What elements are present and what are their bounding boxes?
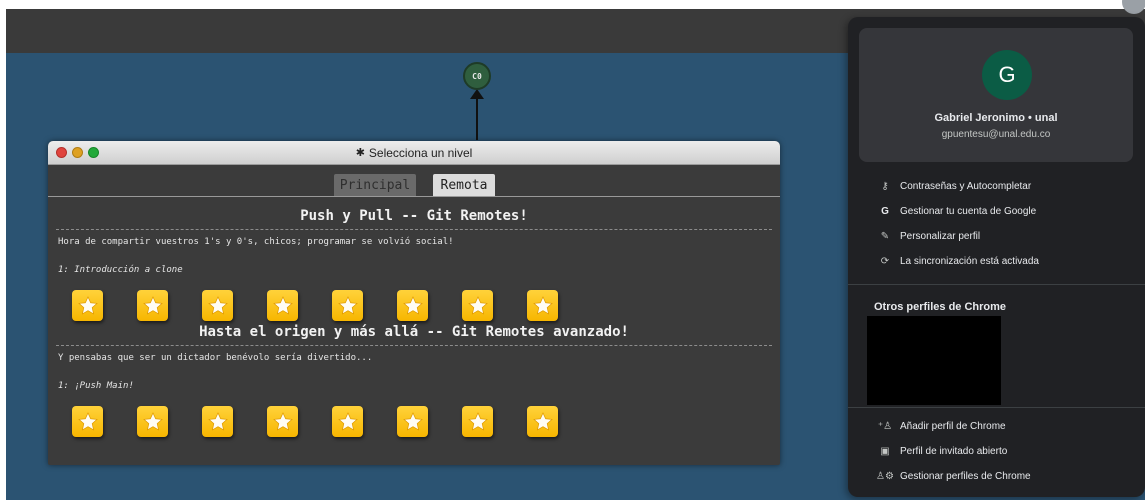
- level-star-button[interactable]: [72, 290, 103, 321]
- window-title: ✱ Selecciona un nivel: [356, 146, 473, 160]
- other-profiles-title: Otros perfiles de Chrome: [874, 301, 1007, 313]
- star-icon: [207, 295, 228, 315]
- menu-sync-status[interactable]: ⟳ La sincronización está activada: [848, 249, 1145, 273]
- gear-icon: ✱: [355, 147, 365, 159]
- section-description: Hora de compartir vuestros 1's y 0's, ch…: [58, 237, 454, 247]
- level-star-button[interactable]: [462, 290, 493, 321]
- menu-item-label: La sincronización está activada: [900, 255, 1039, 267]
- level-section: Push y Pull -- Git Remotes! Hora de comp…: [48, 197, 780, 321]
- sync-icon: ⟳: [880, 255, 890, 267]
- pencil-icon: ✎: [880, 230, 890, 242]
- window-titlebar: ✱ Selecciona un nivel: [48, 141, 780, 165]
- level-select-window: ✱ Selecciona un nivel Principal Remota P…: [48, 141, 780, 465]
- star-icon: [337, 411, 358, 431]
- window-close-button[interactable]: [56, 147, 67, 158]
- other-profile-thumbnail[interactable]: [867, 316, 1001, 405]
- section-title: Hasta el origen y más allá -- Git Remote…: [199, 324, 629, 340]
- user-name: Gabriel Jeronimo • unal: [934, 112, 1058, 124]
- level-star-button[interactable]: [332, 290, 363, 321]
- star-icon: [142, 295, 163, 315]
- chrome-profile-panel: G Gabriel Jeronimo • unal gpuentesu@unal…: [848, 17, 1145, 497]
- star-icon: [532, 295, 553, 315]
- guest-profile-icon: ▣: [880, 445, 890, 457]
- tabs-divider: [48, 196, 780, 197]
- star-icon: [207, 411, 228, 431]
- menu-item-label: Contraseñas y Autocompletar: [900, 180, 1032, 192]
- menu-guest-profile[interactable]: ▣ Perfil de invitado abierto: [848, 439, 1145, 463]
- level-star-button[interactable]: [397, 290, 428, 321]
- star-icon: [467, 411, 488, 431]
- panel-divider: [848, 284, 1145, 285]
- menu-manage-google-account[interactable]: G Gestionar tu cuenta de Google: [848, 199, 1145, 223]
- section-divider: [56, 345, 772, 346]
- sublevel-label: 1: Introducción a clone: [58, 265, 183, 275]
- star-icon: [272, 295, 293, 315]
- level-star-button[interactable]: [137, 290, 168, 321]
- tab-remota[interactable]: Remota: [433, 174, 495, 196]
- level-buttons-row: [72, 406, 780, 437]
- menu-customize-profile[interactable]: ✎ Personalizar perfil: [848, 224, 1145, 248]
- star-icon: [337, 295, 358, 315]
- menu-add-chrome-profile[interactable]: ⁺♙ Añadir perfil de Chrome: [848, 414, 1145, 438]
- level-star-button[interactable]: [202, 290, 233, 321]
- branch-line: [476, 96, 478, 140]
- star-icon: [77, 411, 98, 431]
- level-star-button[interactable]: [462, 406, 493, 437]
- tab-principal[interactable]: Principal: [334, 174, 416, 196]
- star-icon: [402, 411, 423, 431]
- star-icon: [402, 295, 423, 315]
- window-minimize-button[interactable]: [72, 147, 83, 158]
- section-description: Y pensabas que ser un dictador benévolo …: [58, 353, 373, 363]
- level-buttons-row: [72, 290, 780, 321]
- level-star-button[interactable]: [332, 406, 363, 437]
- window-maximize-button[interactable]: [88, 147, 99, 158]
- level-section: Hasta el origen y más allá -- Git Remote…: [48, 324, 780, 437]
- level-star-button[interactable]: [267, 290, 298, 321]
- window-title-text: Selecciona un nivel: [368, 145, 473, 160]
- top-edge: [0, 0, 1145, 9]
- add-person-icon: ⁺♙: [877, 420, 893, 432]
- level-star-button[interactable]: [137, 406, 168, 437]
- key-icon: ⚷: [881, 180, 889, 192]
- menu-passwords-autofill[interactable]: ⚷ Contraseñas y Autocompletar: [848, 174, 1145, 198]
- sublevel-label: 1: ¡Push Main!: [58, 381, 134, 391]
- menu-item-label: Personalizar perfil: [900, 230, 981, 242]
- level-star-button[interactable]: [527, 406, 558, 437]
- menu-item-label: Perfil de invitado abierto: [900, 445, 1008, 457]
- menu-item-label: Añadir perfil de Chrome: [900, 420, 1006, 432]
- manage-profiles-icon: ♙⚙: [876, 470, 894, 482]
- level-star-button[interactable]: [267, 406, 298, 437]
- level-star-button[interactable]: [527, 290, 558, 321]
- level-star-button[interactable]: [72, 406, 103, 437]
- level-star-button[interactable]: [397, 406, 428, 437]
- menu-item-label: Gestionar tu cuenta de Google: [900, 205, 1037, 217]
- account-card: G Gabriel Jeronimo • unal gpuentesu@unal…: [859, 28, 1133, 162]
- google-g-icon: G: [881, 205, 889, 217]
- menu-item-label: Gestionar perfiles de Chrome: [900, 470, 1031, 482]
- star-icon: [272, 411, 293, 431]
- level-star-button[interactable]: [202, 406, 233, 437]
- avatar[interactable]: G: [982, 50, 1032, 100]
- star-icon: [142, 411, 163, 431]
- commit-node[interactable]: C0: [463, 62, 491, 90]
- section-title: Push y Pull -- Git Remotes!: [300, 208, 528, 224]
- level-tabs: Principal Remota: [48, 165, 780, 197]
- section-divider: [56, 229, 772, 230]
- star-icon: [467, 295, 488, 315]
- star-icon: [77, 295, 98, 315]
- panel-divider: [848, 407, 1145, 408]
- menu-manage-chrome-profiles[interactable]: ♙⚙ Gestionar perfiles de Chrome: [848, 464, 1145, 488]
- user-email: gpuentesu@unal.edu.co: [941, 129, 1051, 140]
- star-icon: [532, 411, 553, 431]
